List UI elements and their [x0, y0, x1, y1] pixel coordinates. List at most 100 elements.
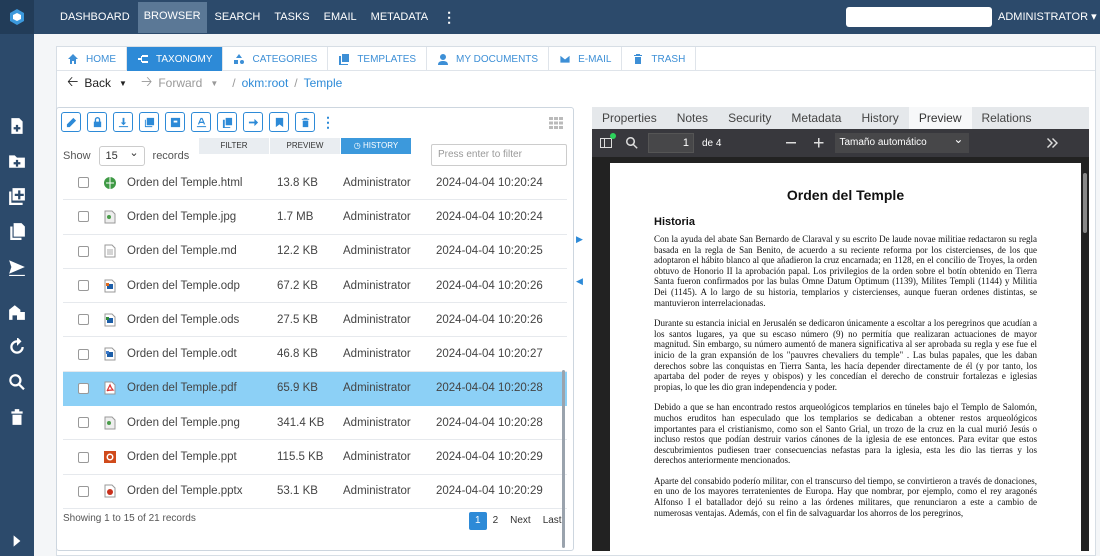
- row-checkbox[interactable]: [78, 485, 89, 497]
- table-row[interactable]: Orden del Temple.jpg 1.7 MB Administrator 2…: [63, 200, 567, 235]
- lock-icon[interactable]: [87, 112, 107, 132]
- tab-history[interactable]: History: [851, 107, 908, 129]
- trash-icon[interactable]: [7, 407, 27, 427]
- nav-email[interactable]: EMAIL: [318, 0, 363, 34]
- add-multiple-icon[interactable]: [7, 186, 27, 206]
- more-menu-icon[interactable]: ⋮: [436, 0, 462, 34]
- row-checkbox[interactable]: [78, 177, 89, 189]
- edit-icon[interactable]: [61, 112, 81, 132]
- nav-browser[interactable]: BROWSER: [137, 2, 207, 33]
- tab-email[interactable]: E-MAIL: [549, 47, 623, 71]
- table-row[interactable]: Orden del Temple.pptx 53.1 KB Administrato…: [63, 475, 567, 509]
- row-checkbox[interactable]: [78, 417, 89, 429]
- bookmark-icon[interactable]: [269, 112, 289, 132]
- expand-right-icon[interactable]: ▶: [576, 234, 586, 276]
- tab-categories[interactable]: CATEGORIES: [223, 47, 329, 71]
- new-document-icon[interactable]: [7, 116, 27, 136]
- rename-icon[interactable]: [191, 112, 211, 132]
- row-checkbox[interactable]: [78, 211, 89, 223]
- subtab-preview[interactable]: PREVIEW: [270, 138, 340, 154]
- tab-notes[interactable]: Notes: [667, 107, 718, 129]
- global-search-input[interactable]: [846, 7, 992, 27]
- file-name[interactable]: Orden del Temple.pptx: [127, 485, 277, 497]
- tab-home[interactable]: HOME: [57, 47, 127, 71]
- subtab-filter[interactable]: FILTER: [199, 138, 269, 154]
- expand-sidebar-icon[interactable]: [7, 531, 27, 551]
- row-checkbox[interactable]: [78, 245, 89, 257]
- tab-trash[interactable]: TRASH: [622, 47, 697, 71]
- breadcrumb-temple[interactable]: Temple: [304, 76, 343, 90]
- tab-security[interactable]: Security: [718, 107, 781, 129]
- tab-relations[interactable]: Relations: [972, 107, 1042, 129]
- tab-my-documents[interactable]: MY DOCUMENTS: [427, 47, 550, 71]
- back-button[interactable]: 🡠 Back ▼: [67, 71, 127, 95]
- table-row[interactable]: Orden del Temple.md 12.2 KB Administrator 2…: [63, 235, 567, 269]
- copy-documents-icon[interactable]: [7, 221, 27, 241]
- table-row[interactable]: Orden del Temple.pdf 65.9 KB Administrator…: [63, 371, 567, 407]
- tools-chevron-icon[interactable]: [1043, 133, 1063, 153]
- expand-left-icon[interactable]: ◀: [576, 276, 586, 318]
- download-icon[interactable]: [113, 112, 133, 132]
- zoom-select[interactable]: Tamaño automático: [835, 129, 970, 153]
- tab-templates[interactable]: TEMPLATES: [328, 47, 428, 71]
- row-checkbox[interactable]: [78, 451, 89, 463]
- table-row[interactable]: Orden del Temple.png 341.4 KB Administrato…: [63, 406, 567, 441]
- search-icon[interactable]: [7, 372, 27, 392]
- more-actions-icon[interactable]: ⋮: [321, 112, 335, 136]
- file-name[interactable]: Orden del Temple.jpg: [127, 211, 277, 223]
- table-row[interactable]: Orden del Temple.odp 67.2 KB Administrator…: [63, 269, 567, 304]
- send-icon[interactable]: [7, 257, 27, 277]
- new-folder-icon[interactable]: [7, 151, 27, 171]
- page-2-button[interactable]: 2: [487, 512, 505, 530]
- last-page-button[interactable]: Last: [537, 512, 568, 530]
- tab-properties[interactable]: Properties: [592, 107, 667, 129]
- filter-input[interactable]: Press enter to filter: [431, 144, 567, 166]
- next-page-button[interactable]: Next: [504, 512, 537, 530]
- pdf-scrollbar[interactable]: [1083, 173, 1087, 233]
- nav-tasks[interactable]: TASKS: [268, 0, 315, 34]
- row-checkbox[interactable]: [78, 348, 89, 360]
- find-icon[interactable]: [622, 133, 642, 153]
- table-row[interactable]: Orden del Temple.ppt 115.5 KB Administrato…: [63, 440, 567, 475]
- page-1-button[interactable]: 1: [469, 512, 487, 530]
- row-checkbox[interactable]: [78, 382, 89, 394]
- page-size-select[interactable]: 15: [98, 144, 145, 166]
- tab-metadata[interactable]: Metadata: [781, 107, 851, 129]
- file-name[interactable]: Orden del Temple.odt: [127, 348, 277, 360]
- delete-icon[interactable]: [295, 112, 315, 132]
- copy-icon[interactable]: [139, 112, 159, 132]
- subtab-history[interactable]: ◷ HISTORY: [341, 138, 411, 154]
- file-name[interactable]: Orden del Temple.md: [127, 245, 277, 257]
- app-logo[interactable]: [0, 0, 34, 34]
- file-date: 2024-04-04 10:20:28: [436, 416, 543, 429]
- forward-button[interactable]: 🡢 Forward ▼: [141, 71, 218, 95]
- page-number-input[interactable]: 1: [648, 133, 694, 153]
- nav-dashboard[interactable]: DASHBOARD: [54, 0, 136, 34]
- table-row[interactable]: Orden del Temple.ods 27.5 KB Administrator…: [63, 303, 567, 338]
- row-checkbox[interactable]: [78, 314, 89, 326]
- sidebar-toggle-icon[interactable]: [596, 133, 616, 153]
- nav-search[interactable]: SEARCH: [209, 0, 267, 34]
- file-name[interactable]: Orden del Temple.html: [127, 177, 277, 189]
- home-building-icon[interactable]: [7, 302, 27, 322]
- refresh-icon[interactable]: [7, 337, 27, 357]
- duplicate-icon[interactable]: [217, 112, 237, 132]
- file-name[interactable]: Orden del Temple.odp: [127, 280, 277, 292]
- tab-taxonomy[interactable]: TAXONOMY: [127, 47, 224, 71]
- file-name[interactable]: Orden del Temple.pdf: [127, 382, 277, 394]
- archive-icon[interactable]: [165, 112, 185, 132]
- user-menu[interactable]: ADMINISTRATOR ▾: [998, 0, 1097, 34]
- zoom-in-icon[interactable]: [809, 133, 829, 153]
- table-row[interactable]: Orden del Temple.html 13.8 KB Administrato…: [63, 166, 567, 201]
- zoom-out-icon[interactable]: [781, 133, 801, 153]
- grid-view-icon[interactable]: [549, 116, 563, 129]
- breadcrumb-root[interactable]: okm:root: [242, 76, 289, 90]
- table-row[interactable]: Orden del Temple.odt 46.8 KB Administrator…: [63, 337, 567, 372]
- move-icon[interactable]: [243, 112, 263, 132]
- file-name[interactable]: Orden del Temple.ods: [127, 314, 277, 326]
- row-checkbox[interactable]: [78, 280, 89, 292]
- nav-metadata[interactable]: METADATA: [365, 0, 434, 34]
- file-name[interactable]: Orden del Temple.ppt: [127, 451, 277, 463]
- file-name[interactable]: Orden del Temple.png: [127, 417, 277, 429]
- tab-preview[interactable]: Preview: [908, 107, 972, 129]
